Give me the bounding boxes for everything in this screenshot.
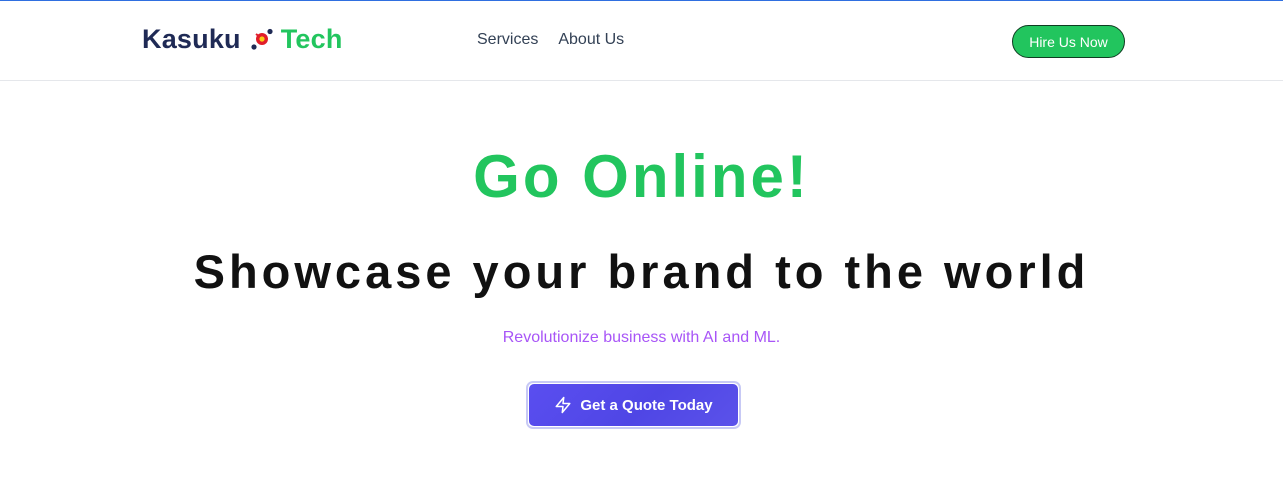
- nav-link-services[interactable]: Services: [477, 31, 538, 49]
- navbar: Kasuku Tech Services About Us Hire Us No…: [0, 1, 1283, 81]
- main-nav: Services About Us: [477, 31, 624, 49]
- get-quote-button-label: Get a Quote Today: [580, 396, 713, 414]
- parrot-logo-icon: [249, 26, 275, 52]
- nav-link-about-us[interactable]: About Us: [558, 31, 624, 49]
- quote-button-outline: Get a Quote Today: [526, 381, 741, 429]
- logo[interactable]: Kasuku Tech: [142, 20, 343, 58]
- hire-us-button[interactable]: Hire Us Now: [1012, 25, 1125, 58]
- get-quote-button[interactable]: Get a Quote Today: [529, 384, 738, 426]
- hero-subtitle: Showcase your brand to the world: [193, 245, 1090, 298]
- hero-tagline: Revolutionize business with AI and ML.: [502, 329, 781, 346]
- logo-text-primary: Kasuku: [142, 23, 241, 54]
- hero-title: Go Online!: [473, 143, 810, 210]
- lightning-icon: [554, 396, 572, 414]
- logo-text-secondary: Tech: [280, 23, 343, 54]
